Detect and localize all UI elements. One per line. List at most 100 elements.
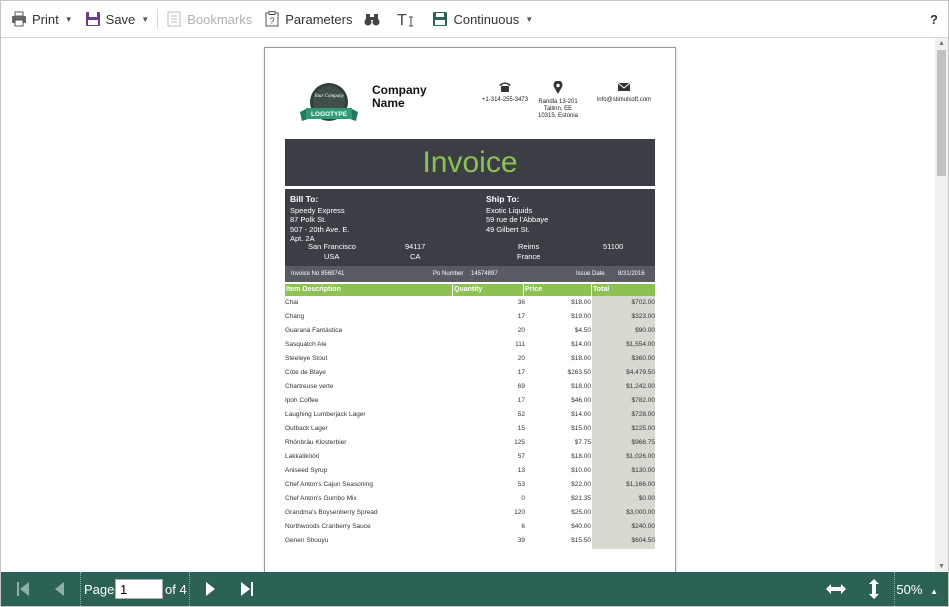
item-description: Aniseed Syrup bbox=[285, 467, 328, 474]
parameters-button[interactable]: ? Parameters bbox=[260, 5, 356, 33]
item-price: $14.00 bbox=[571, 411, 591, 418]
item-description: Chang bbox=[285, 313, 305, 320]
scroll-down-icon[interactable]: ▼ bbox=[938, 563, 945, 570]
item-quantity: 17 bbox=[517, 397, 525, 404]
zoom-selector[interactable]: 50% ▲ bbox=[896, 582, 938, 597]
zoom-value: 50% bbox=[896, 582, 923, 597]
view-mode-button[interactable]: Continuous ▼ bbox=[428, 5, 537, 33]
address-line-2: Tallinn, EE bbox=[543, 106, 573, 112]
item-quantity: 53 bbox=[517, 481, 525, 488]
next-page-button[interactable] bbox=[197, 572, 225, 606]
item-quantity: 15 bbox=[517, 425, 525, 432]
bill-to-zip: 94117 bbox=[405, 242, 426, 251]
item-price: $46.00 bbox=[571, 397, 591, 404]
column-header-quantity: Quantity bbox=[454, 286, 483, 293]
zoom-one-page-button[interactable] bbox=[861, 572, 887, 606]
scroll-up-icon[interactable]: ▲ bbox=[938, 40, 945, 47]
item-total: $702.00 bbox=[631, 299, 656, 306]
item-total: $360.00 bbox=[631, 355, 656, 362]
item-total: $1,242.00 bbox=[626, 383, 655, 390]
save-button[interactable]: Save ▼ bbox=[81, 5, 154, 33]
report-page: Your Company LOGOTYPE Company Name +1-31… bbox=[264, 47, 676, 572]
item-price: $21.35 bbox=[571, 495, 591, 502]
table-row: Aniseed Syrup 13 $10.00 $130.00 bbox=[285, 464, 655, 478]
phone-number: +1-314-255-3473 bbox=[481, 97, 529, 103]
item-description: Sasquatch Ale bbox=[285, 341, 327, 348]
bill-to-region: CA bbox=[410, 252, 421, 261]
last-page-icon bbox=[241, 582, 253, 596]
bookmarks-button[interactable]: Bookmarks bbox=[162, 5, 256, 33]
help-button[interactable]: ? bbox=[930, 12, 938, 27]
bill-to-line: Speedy Express bbox=[290, 205, 345, 215]
email-address: info@stimulsoft.com bbox=[596, 97, 652, 103]
previous-page-icon bbox=[55, 582, 64, 596]
contact-email: info@stimulsoft.com bbox=[589, 81, 659, 104]
table-row: Steeleye Stout 20 $18.00 $360.00 bbox=[285, 352, 655, 366]
column-header-total: Total bbox=[593, 286, 610, 293]
fit-height-icon bbox=[869, 579, 879, 599]
table-row: Outback Lager 15 $15.00 $225.00 bbox=[285, 422, 655, 436]
table-row: Rhönbräu Klosterbier 125 $7.75 $968.75 bbox=[285, 436, 655, 450]
table-row: Grandma's Boysenberry Spread 120 $25.00 $3,… bbox=[285, 506, 655, 520]
item-quantity: 36 bbox=[517, 299, 525, 306]
item-price: $7.75 bbox=[574, 439, 591, 446]
po-number-label: Po Number bbox=[433, 271, 464, 277]
page-count-label: of 4 bbox=[165, 582, 187, 597]
item-price: $18.00 bbox=[571, 383, 591, 390]
item-total: $1,166.00 bbox=[626, 481, 655, 488]
column-divider bbox=[523, 284, 524, 296]
chevron-down-icon[interactable]: ▼ bbox=[525, 15, 533, 24]
table-row: Northwoods Cranberry Sauce 6 $40.00 $240.00 bbox=[285, 520, 655, 534]
address-line-1: Randla 13-201 bbox=[538, 99, 578, 105]
item-total: $3,000.00 bbox=[626, 509, 655, 516]
item-total: $968.75 bbox=[631, 439, 656, 446]
previous-page-button[interactable] bbox=[45, 572, 73, 606]
company-name: Company Name bbox=[372, 83, 427, 110]
navigation-bar: Page of 4 50% ▲ bbox=[1, 572, 948, 606]
item-price: $18.00 bbox=[571, 355, 591, 362]
item-total: $604.50 bbox=[631, 537, 656, 544]
print-button[interactable]: Print ▼ bbox=[7, 5, 77, 33]
scrollbar-thumb[interactable] bbox=[937, 50, 946, 176]
item-price: $4.50 bbox=[574, 327, 591, 334]
ship-to-city: Reims bbox=[518, 242, 540, 251]
item-price: $18.00 bbox=[571, 299, 591, 306]
table-row: Chai 36 $18.00 $702.00 bbox=[285, 296, 655, 310]
item-price: $15.00 bbox=[571, 425, 591, 432]
ship-to-line: 49 Gilbert St. bbox=[486, 224, 530, 234]
continuous-pages-icon bbox=[433, 12, 448, 26]
report-viewport[interactable]: Your Company LOGOTYPE Company Name +1-31… bbox=[1, 38, 948, 572]
item-price: $15.50 bbox=[571, 537, 591, 544]
parameters-icon: ? bbox=[265, 11, 279, 27]
table-row: Guaraná Fantástica 20 $4.50 $90.00 bbox=[285, 324, 655, 338]
envelope-icon bbox=[617, 82, 631, 91]
save-label: Save bbox=[105, 11, 136, 27]
chevron-down-icon[interactable]: ▼ bbox=[141, 15, 149, 24]
item-price: $18.00 bbox=[571, 453, 591, 460]
bill-to-city: San Francisco bbox=[308, 242, 356, 251]
zoom-page-width-button[interactable] bbox=[821, 572, 851, 606]
item-total: $1,554.00 bbox=[626, 341, 655, 348]
find-button[interactable] bbox=[360, 5, 389, 33]
first-page-icon bbox=[17, 582, 29, 596]
chevron-down-icon[interactable]: ▼ bbox=[65, 15, 73, 24]
first-page-button[interactable] bbox=[9, 572, 37, 606]
text-cursor-icon: T bbox=[397, 12, 414, 27]
editor-button[interactable]: T bbox=[393, 5, 424, 33]
vertical-scrollbar[interactable]: ▲ ▼ bbox=[935, 38, 948, 572]
ship-to-line: Exotic Liquids bbox=[486, 205, 533, 215]
printer-icon bbox=[12, 11, 26, 27]
item-description: Genen Shouyu bbox=[285, 537, 329, 544]
logo-top-text: Your Company bbox=[314, 94, 344, 99]
items-table-header: Item Description Quantity Price Total bbox=[285, 284, 655, 296]
item-description: Chai bbox=[285, 299, 299, 306]
issue-date: 8/31/2016 bbox=[618, 271, 645, 277]
item-price: $22.00 bbox=[571, 481, 591, 488]
item-description: Lakkalikööri bbox=[285, 453, 320, 460]
page-number-input[interactable] bbox=[115, 579, 163, 599]
ship-to-country: France bbox=[517, 252, 541, 261]
item-price: $40.00 bbox=[571, 523, 591, 530]
last-page-button[interactable] bbox=[233, 572, 261, 606]
item-quantity: 17 bbox=[517, 313, 525, 320]
bill-to-heading: Bill To: bbox=[290, 194, 319, 204]
